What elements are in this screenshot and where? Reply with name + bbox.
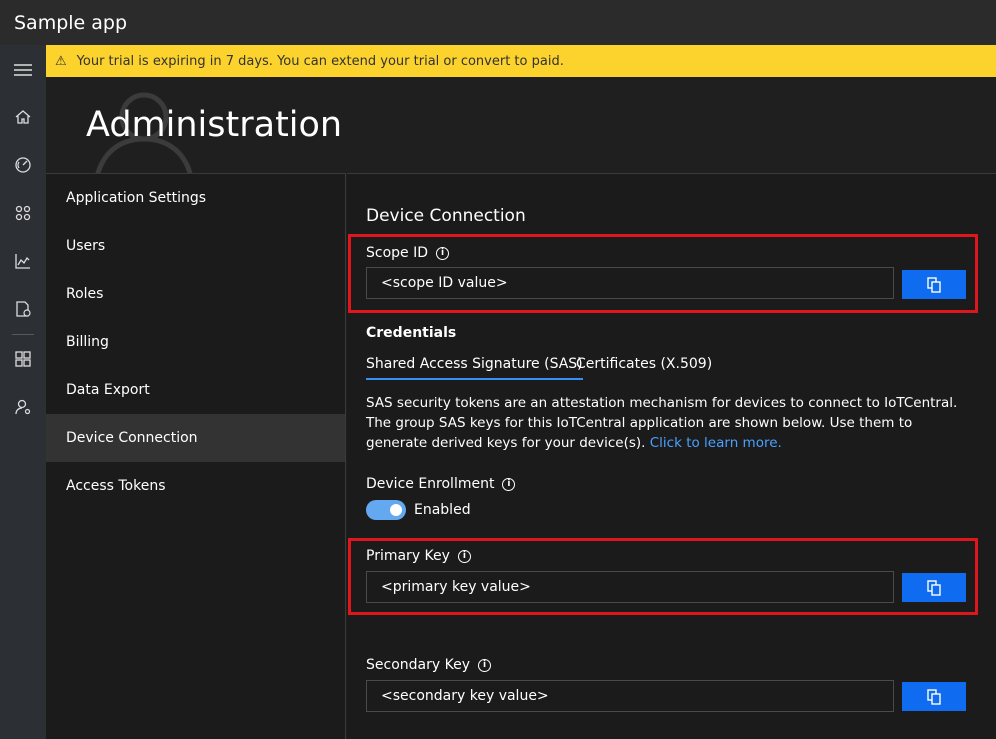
device-enrollment-toggle[interactable]	[366, 500, 406, 520]
device-connection-panel: Device Connection Scope ID i <scope ID v…	[347, 173, 996, 739]
device-templates-icon[interactable]	[11, 347, 35, 371]
copy-scope-id-button[interactable]	[902, 270, 966, 299]
copy-secondary-key-button[interactable]	[902, 682, 966, 711]
copy-icon	[927, 579, 941, 596]
nav-item-label: Billing	[66, 334, 109, 350]
page-title: Administration	[86, 105, 343, 145]
scope-id-label-text: Scope ID	[366, 245, 429, 261]
scope-id-field[interactable]: <scope ID value>	[366, 267, 894, 299]
scope-id-value: <scope ID value>	[381, 275, 508, 291]
app-title: Sample app	[14, 11, 128, 34]
copy-icon	[927, 276, 941, 293]
info-icon[interactable]: i	[457, 549, 471, 563]
nav-item-label: Device Connection	[66, 430, 198, 446]
rail-divider	[12, 334, 34, 335]
nav-item-access-tokens[interactable]: Access Tokens	[46, 462, 345, 510]
admin-nav: Application Settings Users Roles Billing…	[46, 173, 346, 739]
secondary-key-value: <secondary key value>	[381, 688, 549, 704]
learn-more-link[interactable]: Click to learn more.	[650, 435, 782, 451]
nav-item-label: Roles	[66, 286, 104, 302]
trial-banner-text: Your trial is expiring in 7 days. You ca…	[76, 53, 564, 69]
left-rail	[0, 45, 46, 739]
copy-primary-key-button[interactable]	[902, 573, 966, 602]
credentials-heading: Credentials	[366, 325, 457, 341]
nav-item-label: Users	[66, 238, 106, 254]
toggle-knob	[390, 504, 402, 516]
nav-item-data-export[interactable]: Data Export	[46, 366, 345, 414]
sas-description: SAS security tokens are an attestation m…	[366, 393, 966, 453]
info-icon[interactable]: i	[477, 658, 491, 672]
nav-item-roles[interactable]: Roles	[46, 270, 345, 318]
nav-item-billing[interactable]: Billing	[46, 318, 345, 366]
device-enrollment-label-text: Device Enrollment	[366, 476, 495, 492]
devices-icon[interactable]	[11, 201, 35, 225]
primary-key-field[interactable]: <primary key value>	[366, 571, 894, 603]
app-title-bar: Sample app	[0, 0, 996, 45]
trial-banner: ⚠ Your trial is expiring in 7 days. You …	[46, 45, 996, 77]
info-icon[interactable]: i	[436, 246, 450, 260]
menu-icon[interactable]	[11, 58, 35, 82]
primary-key-value: <primary key value>	[381, 579, 531, 595]
home-icon[interactable]	[11, 105, 35, 129]
info-icon[interactable]: i	[502, 477, 516, 491]
tab-sas[interactable]: Shared Access Signature (SAS)	[366, 356, 583, 380]
nav-item-label: Access Tokens	[66, 478, 166, 494]
analytics-icon[interactable]	[11, 249, 35, 273]
nav-item-label: Data Export	[66, 382, 150, 398]
copy-icon	[927, 688, 941, 705]
device-enrollment-state: Enabled	[414, 502, 471, 518]
jobs-icon[interactable]	[11, 297, 35, 321]
administration-icon[interactable]	[11, 395, 35, 419]
page-header: Administration	[46, 77, 996, 173]
secondary-key-label-text: Secondary Key	[366, 657, 470, 673]
secondary-key-label: Secondary Key i	[366, 657, 491, 673]
tab-certificates[interactable]: Certificates (X.509)	[576, 356, 712, 378]
primary-key-label-text: Primary Key	[366, 548, 450, 564]
nav-item-users[interactable]: Users	[46, 222, 345, 270]
nav-item-device-connection[interactable]: Device Connection	[46, 414, 345, 462]
secondary-key-field[interactable]: <secondary key value>	[366, 680, 894, 712]
scope-id-label: Scope ID i	[366, 245, 450, 261]
device-enrollment-label: Device Enrollment i	[366, 476, 516, 492]
nav-item-label: Application Settings	[66, 190, 207, 206]
nav-item-application-settings[interactable]: Application Settings	[46, 174, 345, 222]
dashboard-icon[interactable]	[11, 153, 35, 177]
section-heading: Device Connection	[366, 206, 526, 226]
warning-icon: ⚠	[55, 53, 67, 69]
primary-key-label: Primary Key i	[366, 548, 471, 564]
